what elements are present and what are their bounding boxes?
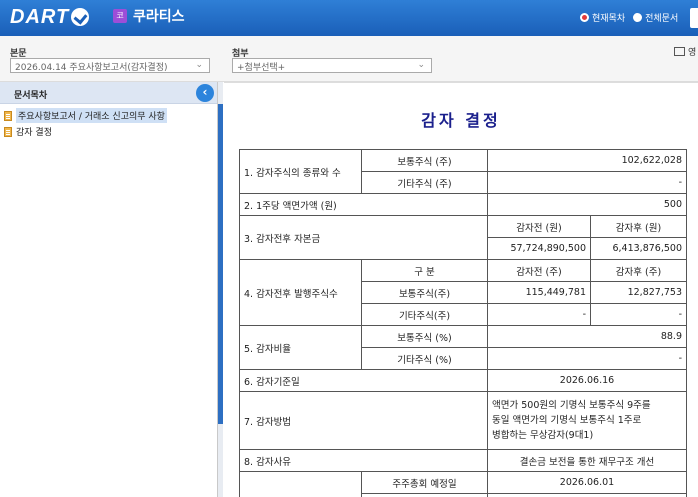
table-row: 1. 감자주식의 종류와 수 보통주식 (주) 102,622,028 [239, 149, 687, 194]
document-icon [4, 126, 12, 137]
reduction-method-cell: 액면가 500원의 기명식 보통주식 9주를 동일 액면가의 기명식 보통주식 … [487, 391, 687, 450]
table-row: 8. 감자사유 결손금 보전을 통한 재무구조 개선 [239, 449, 687, 472]
table-row: 7. 감자방법 액면가 500원의 기명식 보통주식 9주를 동일 액면가의 기… [239, 391, 687, 450]
attach-select[interactable]: +첨부선택+ ⌄ [232, 58, 432, 73]
table-row: 3. 감자전후 자본금 감자전 (원) 감자후 (원) [239, 215, 687, 260]
toc-item-report[interactable]: 주요사항보고서 / 거래소 신고의무 사항 [4, 108, 167, 123]
main-doc-select[interactable]: 2026.04.14 주요사항보고서(감자결정) ⌄ [10, 58, 210, 73]
toc-header: 문서목차 ‹ [0, 82, 217, 104]
chevron-down-icon: ⌄ [195, 60, 203, 70]
monitor-icon [674, 47, 685, 56]
document-icon [4, 110, 12, 121]
table-row: 6. 감자기준일 2026.06.16 [239, 369, 687, 392]
document-viewer: 감자 결정 1. 감자주식의 종류와 수 보통주식 (주) 102,622,02… [224, 82, 698, 497]
document-toolbar: 본문 2026.04.14 주요사항보고서(감자결정) ⌄ 첨부 +첨부선택+ … [0, 36, 698, 82]
toc-sidebar: 문서목차 ‹ 주요사항보고서 / 거래소 신고의무 사항 감자 결정 [0, 82, 218, 497]
view-current-radio[interactable] [580, 13, 589, 22]
company-market-badge: 코 [113, 9, 127, 23]
collapse-sidebar-button[interactable]: ‹ [196, 84, 214, 102]
toc-item-capital-reduction[interactable]: 감자 결정 [4, 125, 52, 138]
dart-logo[interactable]: DART [10, 4, 90, 30]
chevron-down-icon: ⌄ [417, 60, 425, 70]
table-row: 4. 감자전후 발행주식수 구 분 감자전 (주) 감자후 (주) [239, 259, 687, 326]
view-all-label[interactable]: 전체문서 [645, 11, 678, 24]
view-current-label[interactable]: 현재목차 [592, 11, 625, 24]
company-title: 코 쿠라티스 [113, 6, 185, 26]
dart-logo-mark-icon [71, 8, 90, 26]
sidebar-scrollbar-thumb[interactable] [218, 104, 223, 424]
table-row: 주주총회 예정일 2026.06.01 [239, 471, 687, 497]
capital-reduction-table: 1. 감자주식의 종류와 수 보통주식 (주) 102,622,028 기타주식… [239, 149, 687, 497]
page-title: 감자 결정 [421, 111, 501, 130]
view-all-radio[interactable] [633, 13, 643, 22]
toc-title: 문서목차 [14, 91, 48, 101]
original-view-button[interactable]: 영 [674, 45, 696, 58]
header-action-button[interactable] [690, 8, 698, 28]
table-row: 2. 1주당 액면가액 (원) 500 [239, 193, 687, 216]
view-options: 현재목차 전체문서 [580, 11, 686, 24]
company-name: 쿠라티스 [133, 9, 185, 25]
app-header: DART 코 쿠라티스 현재목차 전체문서 [0, 0, 698, 36]
table-row: 5. 감자비율 보통주식 (%) 88.9 [239, 325, 687, 370]
